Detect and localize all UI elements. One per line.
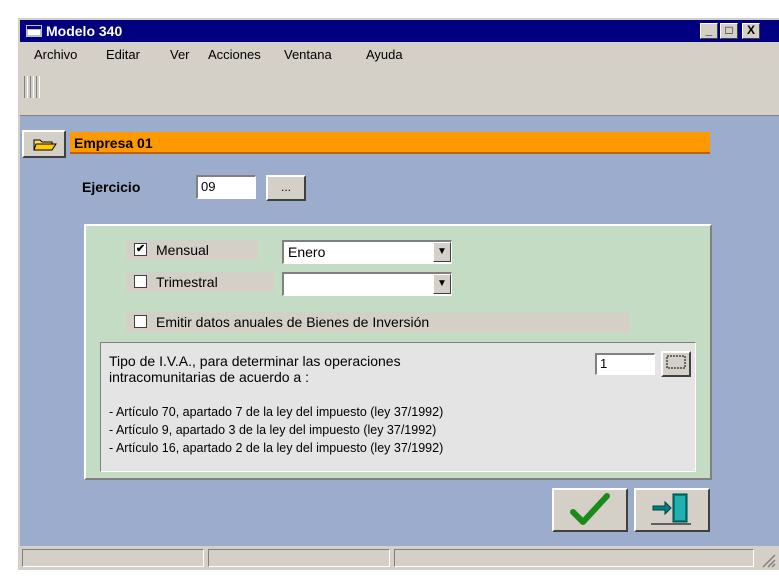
exit-button[interactable] [634, 488, 710, 532]
toolbar [20, 66, 779, 116]
app-icon [26, 25, 42, 37]
trimestre-select[interactable]: ▼ [282, 272, 452, 296]
iva-group: Tipo de I.V.A., para determinar las oper… [100, 342, 696, 472]
maximize-button[interactable]: □ [720, 23, 738, 39]
minimize-button[interactable]: _ [700, 23, 718, 39]
toolbar-grip[interactable] [36, 76, 40, 98]
bienes-inversion-label: Emitir datos anuales de Bienes de Invers… [156, 314, 430, 330]
status-panel [22, 549, 204, 567]
articulo-line: - Artículo 16, apartado 2 de la ley del … [109, 441, 444, 455]
ok-button[interactable] [552, 488, 628, 532]
toolbar-grip[interactable] [30, 76, 34, 98]
trimestral-checkbox[interactable] [134, 275, 147, 288]
open-folder-icon [33, 139, 57, 151]
menu-bar: Archivo Editar Ver Acciones Ventana Ayud… [20, 42, 779, 66]
iva-text-line2: intracomunitarias de acuerdo a : [109, 369, 309, 385]
trimestral-label: Trimestral [156, 274, 218, 290]
ejercicio-label: Ejercicio [82, 179, 141, 195]
checkmark-icon [570, 493, 610, 525]
bienes-inversion-checkbox-row[interactable]: Emitir datos anuales de Bienes de Invers… [126, 312, 630, 332]
menu-ver[interactable]: Ver [170, 47, 190, 62]
browse-icon [666, 355, 686, 369]
open-folder-button[interactable] [22, 130, 66, 158]
menu-editar[interactable]: Editar [106, 47, 140, 62]
chevron-down-icon[interactable]: ▼ [433, 274, 451, 294]
close-button[interactable]: X [742, 23, 760, 39]
articulo-line: - Artículo 9, apartado 3 de la ley del i… [109, 423, 437, 437]
exit-door-icon [651, 493, 691, 525]
options-panel: ✔ Mensual Enero ▼ Trimestral ▼ Emitir da… [84, 224, 712, 480]
company-header: Empresa 01 [70, 132, 710, 154]
mensual-checkbox[interactable]: ✔ [134, 243, 147, 256]
menu-archivo[interactable]: Archivo [34, 47, 77, 62]
bienes-inversion-checkbox[interactable] [134, 315, 147, 328]
iva-description: Tipo de I.V.A., para determinar las oper… [109, 353, 595, 385]
ejercicio-browse-button[interactable]: ... [266, 175, 306, 201]
mensual-checkbox-row[interactable]: ✔ Mensual [126, 240, 258, 260]
resize-grip-icon[interactable] [760, 552, 776, 568]
main-window: Modelo 340 _ □ X Archivo Editar Ver Acci… [18, 18, 779, 570]
ejercicio-input[interactable]: 09 [196, 175, 256, 199]
title-bar[interactable]: Modelo 340 _ □ X [20, 20, 779, 42]
toolbar-grip[interactable] [24, 76, 28, 98]
trimestral-checkbox-row[interactable]: Trimestral [126, 272, 274, 292]
iva-text-line1: Tipo de I.V.A., para determinar las oper… [109, 353, 401, 369]
menu-ayuda[interactable]: Ayuda [366, 47, 403, 62]
articulo-line: - Artículo 70, apartado 7 de la ley del … [109, 405, 444, 419]
status-panel [208, 549, 390, 567]
status-panel [394, 549, 754, 567]
menu-ventana[interactable]: Ventana [284, 47, 332, 62]
iva-browse-button[interactable] [661, 351, 691, 377]
menu-acciones[interactable]: Acciones [208, 47, 261, 62]
chevron-down-icon[interactable]: ▼ [433, 242, 451, 262]
mensual-label: Mensual [156, 242, 209, 258]
mes-select-value: Enero [288, 244, 326, 260]
status-bar [20, 546, 779, 570]
iva-type-input[interactable]: 1 [595, 353, 655, 375]
mes-select[interactable]: Enero ▼ [282, 240, 452, 264]
window-title: Modelo 340 [46, 23, 123, 39]
